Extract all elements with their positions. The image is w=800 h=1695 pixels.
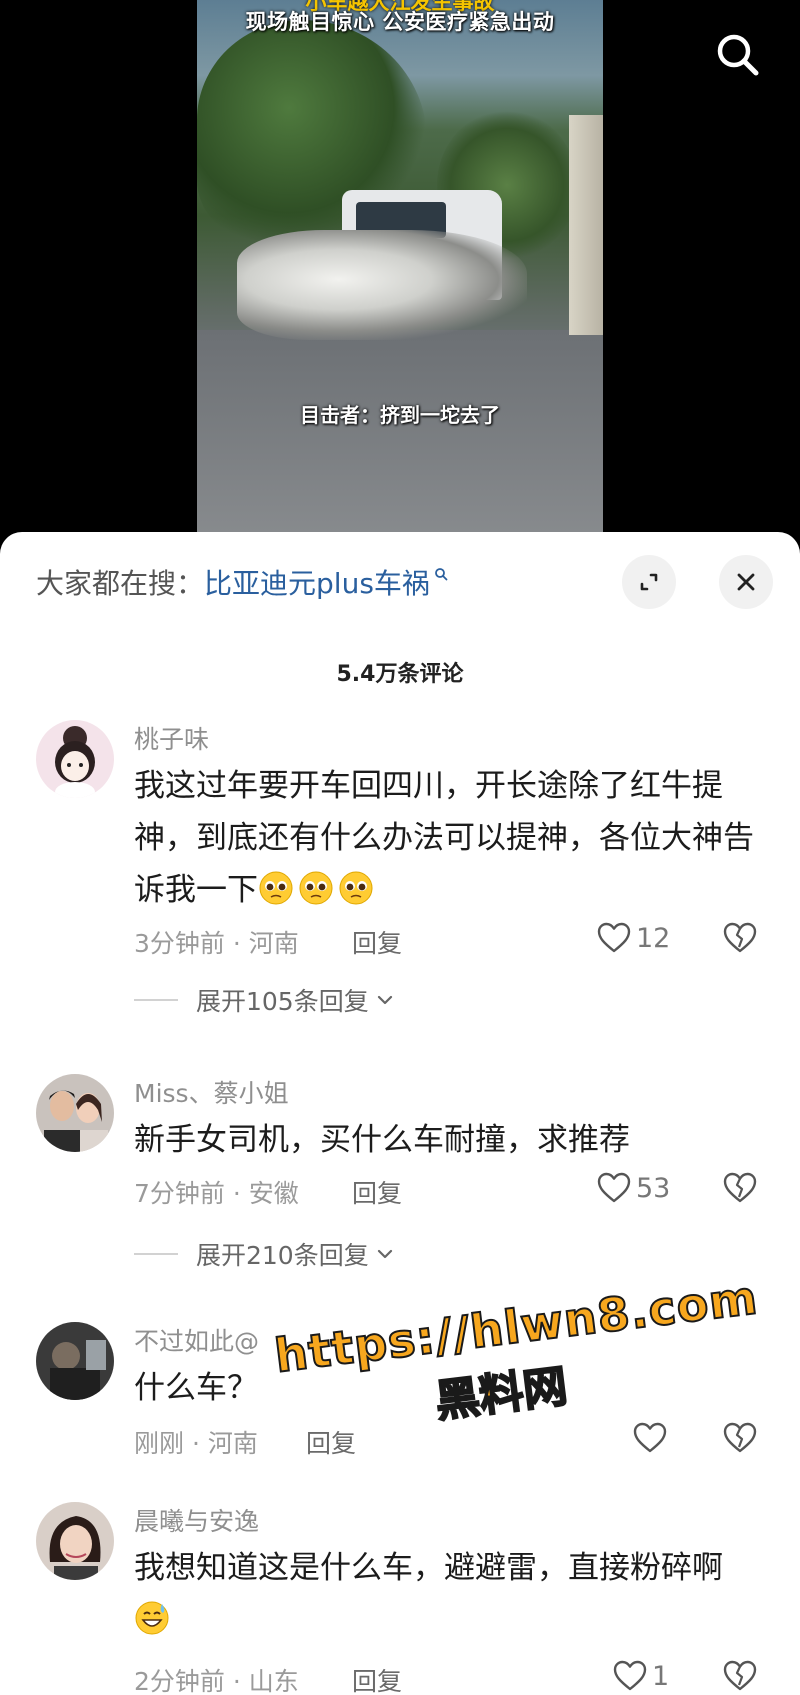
search-button[interactable]	[710, 28, 766, 84]
video-title: 现场触目惊心 公安医疗紧急出动	[245, 10, 555, 34]
avatar[interactable]	[36, 1322, 114, 1400]
broken-heart-icon	[723, 1172, 757, 1203]
expand-button[interactable]	[622, 555, 676, 609]
comment-text-body: 我这过年要开车回四川，开长途除了红牛提神，到底还有什么办法可以提神，各位大神告诉…	[134, 768, 754, 908]
heart-icon	[633, 1422, 667, 1453]
comment-time-location: 刚刚 · 河南	[134, 1429, 258, 1458]
username[interactable]: Miss、蔡小姐	[134, 1074, 289, 1110]
reply-button[interactable]: 回复	[306, 1424, 356, 1460]
comment-count: 5.4万条评论	[336, 662, 464, 687]
expand-replies-button[interactable]: 展开210条回复	[134, 1236, 395, 1272]
comment-text: 我这过年要开车回四川，开长途除了红牛提神，到底还有什么办法可以提神，各位大神告诉…	[134, 760, 754, 916]
pleading-emoji	[299, 871, 333, 905]
heart-icon	[613, 1660, 647, 1691]
expand-divider	[134, 999, 178, 1001]
expand-replies-button[interactable]: 展开105条回复	[134, 982, 395, 1018]
username[interactable]: 桃子味	[134, 720, 209, 756]
like-count: 12	[636, 922, 671, 954]
broken-heart-icon	[723, 922, 757, 953]
close-icon	[737, 573, 755, 591]
like-button[interactable]: 53	[596, 1170, 670, 1206]
video-scene-road	[197, 330, 603, 540]
like-button[interactable]	[632, 1420, 668, 1456]
close-button[interactable]	[719, 555, 773, 609]
comment-item: Miss、蔡小姐 新手女司机，买什么车耐撞，求推荐 7分钟前 · 安徽 回复 5…	[0, 1074, 800, 1304]
comment-text: 新手女司机，买什么车耐撞，求推荐	[134, 1122, 630, 1158]
avatar[interactable]	[36, 720, 114, 798]
expand-replies-label: 展开105条回复	[196, 987, 369, 1016]
video-scene-truck	[569, 115, 603, 335]
chevron-down-icon	[377, 1249, 392, 1259]
dislike-button[interactable]	[722, 920, 758, 956]
reply-button[interactable]: 回复	[352, 1662, 402, 1695]
grin-sweat-emoji	[135, 1601, 169, 1635]
video-player[interactable]: 小车越大江发生事故 现场触目惊心 公安医疗紧急出动 目击者：挤到一坨去了	[0, 0, 800, 540]
heart-icon	[597, 922, 631, 953]
chevron-down-icon	[377, 995, 392, 1005]
comment-item: 桃子味 我这过年要开车回四川，开长途除了红牛提神，到底还有什么办法可以提神，各位…	[0, 720, 800, 1016]
search-icon	[717, 34, 759, 76]
avatar[interactable]	[36, 1502, 114, 1580]
reply-button[interactable]: 回复	[352, 1174, 402, 1210]
comment-text-body: 我想知道这是什么车，避避雷，直接粉碎啊	[134, 1550, 723, 1586]
comment-item: 不过如此@ 什么车？ 刚刚 · 河南 回复	[0, 1322, 800, 1472]
comment-time-location: 3分钟前 · 河南	[134, 929, 299, 958]
like-button[interactable]: 12	[596, 920, 670, 956]
pleading-emoji	[259, 871, 293, 905]
username[interactable]: 晨曦与安逸	[134, 1502, 259, 1538]
dislike-button[interactable]	[722, 1658, 758, 1694]
pleading-emoji	[339, 871, 373, 905]
comment-time-location: 2分钟前 · 山东	[134, 1667, 299, 1695]
trending-query-link[interactable]: 比亚迪元plus车祸	[204, 562, 430, 602]
expand-divider	[134, 1253, 178, 1255]
heart-icon	[597, 1172, 631, 1203]
dislike-button[interactable]	[722, 1170, 758, 1206]
comment-text: 什么车？	[134, 1370, 258, 1406]
username[interactable]: 不过如此@	[134, 1322, 259, 1358]
like-button[interactable]: 1	[612, 1658, 669, 1694]
trending-prefix: 大家都在搜：	[36, 567, 205, 600]
comment-time-location: 7分钟前 · 安徽	[134, 1179, 299, 1208]
comment-text: 我想知道这是什么车，避避雷，直接粉碎啊	[134, 1542, 754, 1646]
video-caption: 目击者：挤到一坨去了	[300, 403, 500, 427]
dislike-button[interactable]	[722, 1420, 758, 1456]
trending-search[interactable]: 大家都在搜： 比亚迪元plus车祸	[36, 562, 448, 602]
search-icon	[435, 568, 448, 581]
like-count: 1	[652, 1660, 670, 1692]
video-frame[interactable]	[197, 0, 603, 540]
avatar[interactable]	[36, 1074, 114, 1152]
reply-button[interactable]: 回复	[352, 924, 402, 960]
expand-replies-label: 展开210条回复	[196, 1241, 369, 1270]
comment-sheet: 大家都在搜： 比亚迪元plus车祸 5.4万条评论 桃子味 我这过年要开车回四川…	[0, 532, 800, 1695]
like-count: 53	[636, 1172, 671, 1204]
comment-item: 晨曦与安逸 我想知道这是什么车，避避雷，直接粉碎啊 2分钟前 · 山东 回复 1	[0, 1502, 800, 1695]
broken-heart-icon	[723, 1660, 757, 1691]
broken-heart-icon	[723, 1422, 757, 1453]
expand-icon	[640, 573, 658, 591]
video-scene-wreck	[237, 230, 527, 340]
